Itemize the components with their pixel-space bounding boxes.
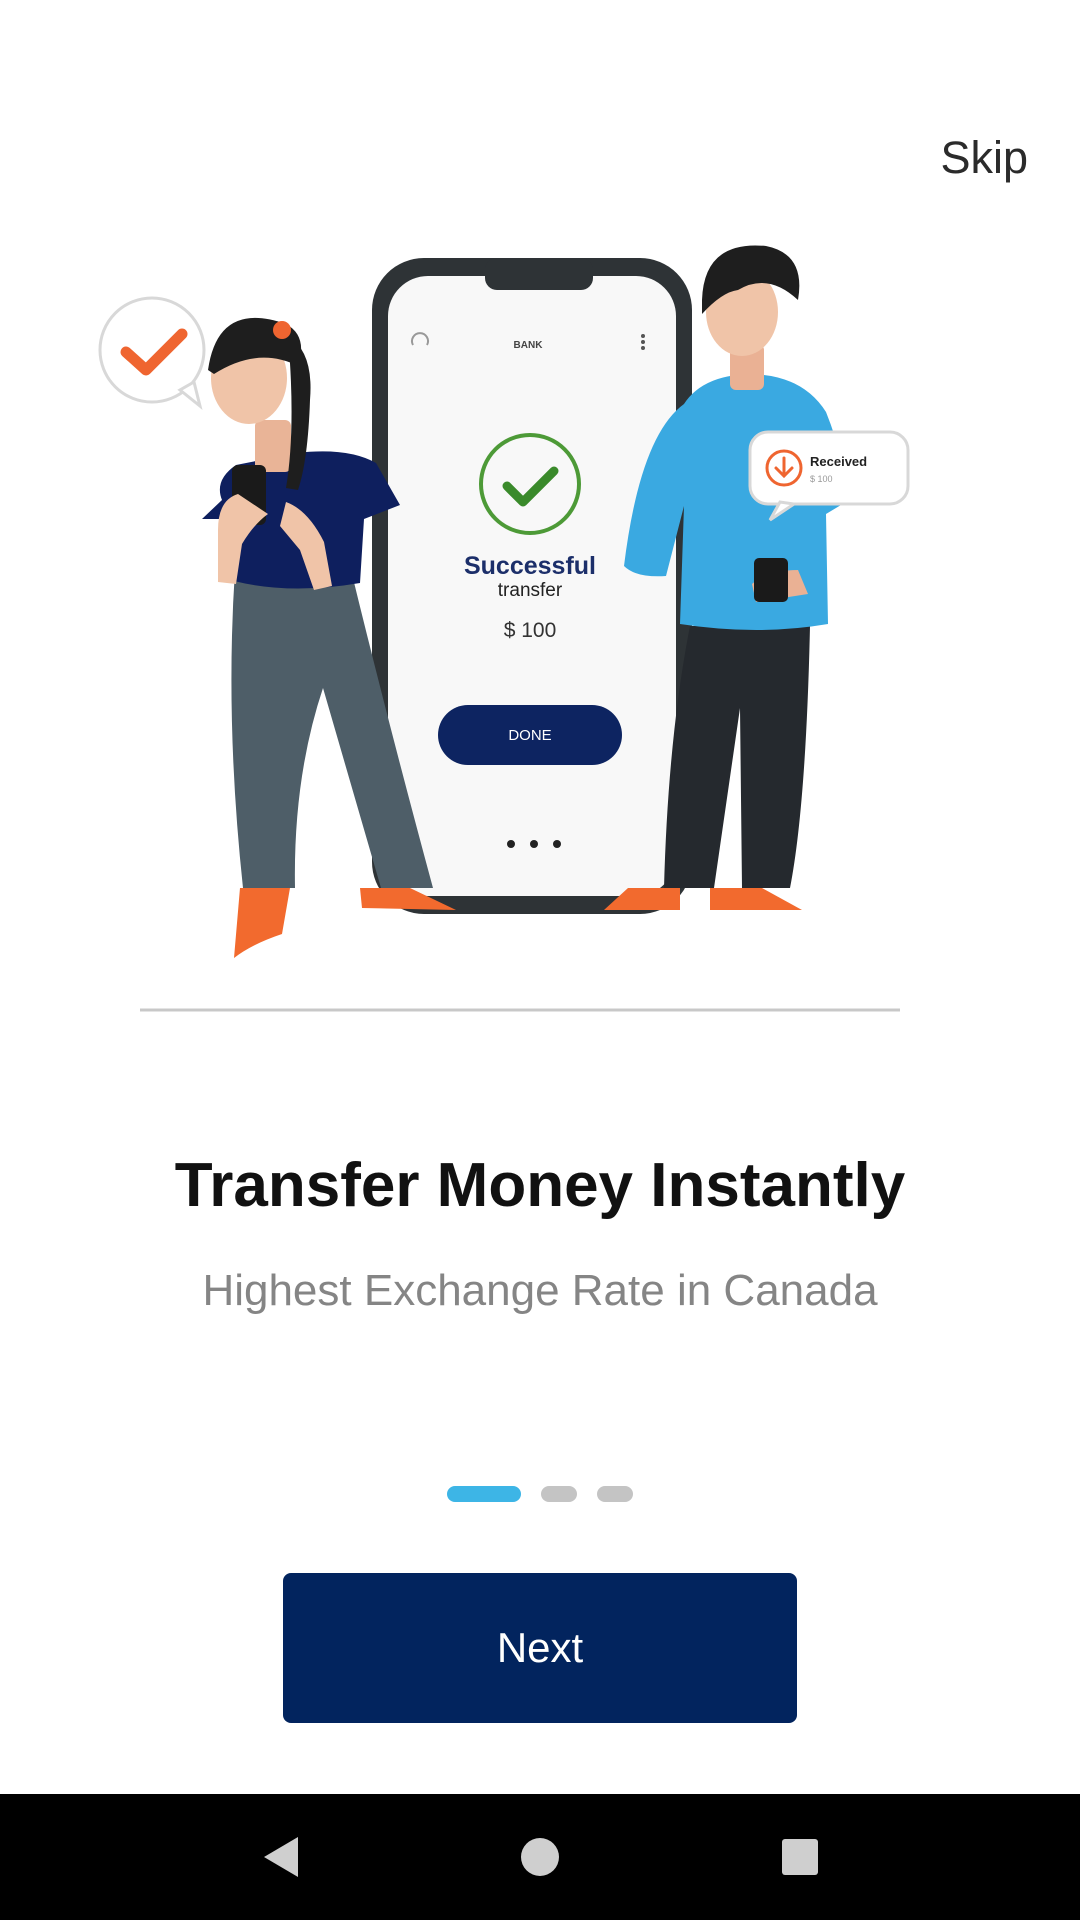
check-bubble-icon (98, 296, 206, 410)
notification-amount: $ 100 (810, 474, 833, 484)
recents-icon[interactable] (765, 1822, 835, 1892)
system-navigation-bar (0, 1794, 1080, 1920)
page-indicator (0, 1486, 1080, 1502)
success-title: Successful (464, 552, 596, 580)
onboarding-title: Transfer Money Instantly (174, 1151, 906, 1220)
phone-illustration: BANK Successful transfer $ 100 DONE (372, 258, 692, 914)
success-subtitle: transfer (498, 580, 563, 601)
page-dot-1[interactable] (447, 1486, 521, 1502)
page-dot-2[interactable] (541, 1486, 577, 1502)
page-dot-3[interactable] (597, 1486, 633, 1502)
done-label: DONE (508, 727, 551, 744)
onboarding-screen: Skip BANK Successful transfer $ 100 DONE (0, 0, 1080, 1920)
phone-app-label: BANK (514, 340, 544, 351)
home-icon[interactable] (505, 1822, 575, 1892)
transfer-amount: $ 100 (504, 619, 557, 642)
onboarding-subtitle: Highest Exchange Rate in Canada (202, 1266, 878, 1315)
skip-button[interactable]: Skip (940, 132, 1028, 184)
notification-title: Received (810, 454, 867, 469)
transfer-illustration: BANK Successful transfer $ 100 DONE Rece… (98, 245, 910, 1012)
next-button[interactable]: Next (283, 1573, 797, 1723)
back-icon[interactable] (245, 1822, 315, 1892)
